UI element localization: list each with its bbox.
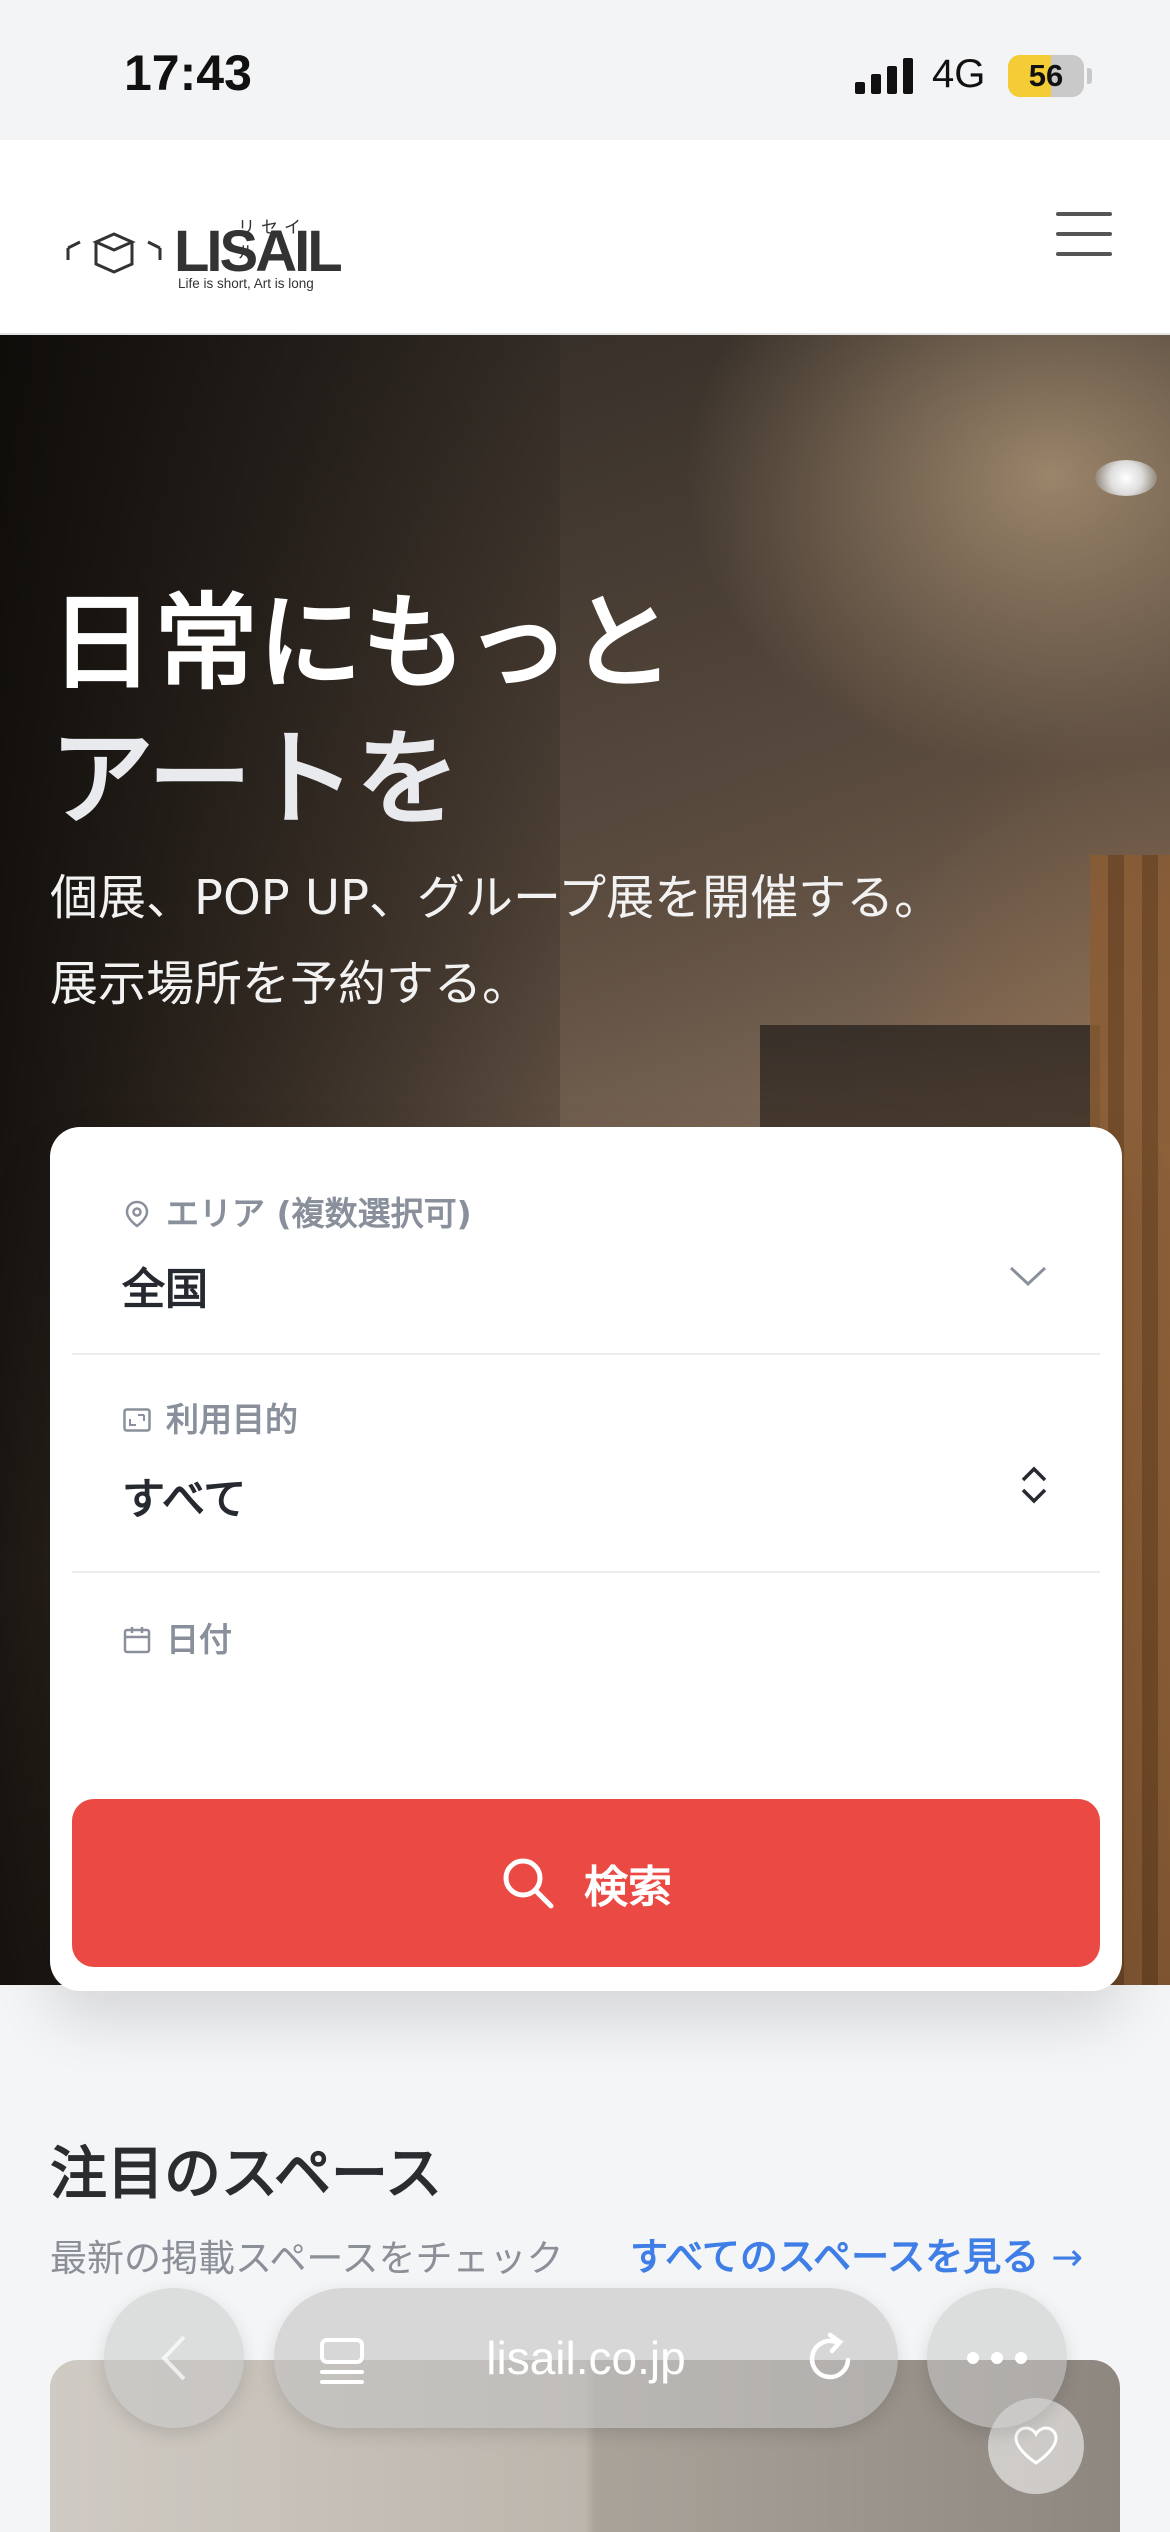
logo-tagline: Life is short, Art is long [178,276,314,291]
ceiling-light-icon [1095,460,1157,496]
purpose-select[interactable]: 利用目的 すべて [72,1355,1100,1573]
hero-title: 日常にもっと アートを [50,575,674,847]
search-button[interactable]: 検索 [72,1799,1100,1967]
search-button-label: 検索 [584,1862,672,1913]
logo-wordmark: LISAIL [174,219,343,284]
search-card: エリア (複数選択可) 全国 利用目的 すべて 日付 検索 [50,1127,1122,1991]
tabs-icon[interactable] [318,2336,366,2388]
status-time: 17:43 [124,45,252,101]
site-logo[interactable]: リセイル LISAIL Life is short, Art is long [66,212,343,292]
battery-cap [1087,68,1092,84]
expand-frame-icon [123,1408,151,1432]
hero-subtitle-line1: 個展、POP UP、グループ展を開催する。 [50,870,943,926]
area-select[interactable]: エリア (複数選択可) 全国 [72,1175,1100,1355]
area-label-text: エリア (複数選択可) [166,1194,472,1233]
network-type: 4G [932,52,986,96]
featured-subtitle: 最新の掲載スペースをチェック [50,2237,564,2280]
select-updown-icon [1021,1466,1047,1504]
see-all-spaces-label: すべてのスペースを見る [630,2235,1040,2279]
see-all-spaces-link[interactable]: すべてのスペースを見る → [630,2226,1083,2281]
battery-level: 56 [1028,58,1064,93]
browser-back-button[interactable] [104,2288,244,2428]
hero-title-line1: 日常にもっと [50,582,675,704]
search-icon [503,1858,554,1909]
purpose-value: すべて [122,1475,247,1525]
chevron-down-icon [1009,1266,1047,1287]
chevron-left-icon [161,2335,186,2381]
purpose-label-text: 利用目的 [166,1400,298,1439]
hero-subtitle-line2: 展示場所を予約する。 [50,956,531,1012]
date-picker[interactable]: 日付 [72,1573,1100,1773]
cellular-signal-icon [855,58,913,94]
more-dots-icon [967,2352,1027,2364]
hero-title-line2: アートを [50,718,460,840]
browser-more-button[interactable] [927,2288,1067,2428]
status-bar: 17:43 4G 56 [0,0,1170,140]
date-label: 日付 [122,1613,232,1661]
logo-mark-icon [66,232,162,274]
browser-address-bar[interactable]: lisail.co.jp [274,2288,898,2428]
calendar-icon [123,1627,151,1654]
date-label-text: 日付 [166,1620,232,1659]
area-label: エリア (複数選択可) [122,1187,472,1235]
area-value: 全国 [122,1265,208,1315]
arrow-right-icon: → [1051,2235,1084,2279]
featured-title: 注目のスペース [50,2141,443,2207]
heart-icon [1014,2426,1058,2465]
purpose-label: 利用目的 [122,1393,298,1441]
site-header: リセイル LISAIL Life is short, Art is long [0,140,1170,335]
hero-subtitle: 個展、POP UP、グループ展を開催する。 展示場所を予約する。 [50,855,942,1027]
page: 17:43 4G 56 リセイル LISAIL Life is short, A… [0,0,1170,2532]
battery-icon: 56 [1008,55,1084,97]
hamburger-menu-icon[interactable] [1056,212,1112,256]
reload-icon[interactable] [804,2332,856,2386]
location-pin-icon [125,1200,149,1228]
